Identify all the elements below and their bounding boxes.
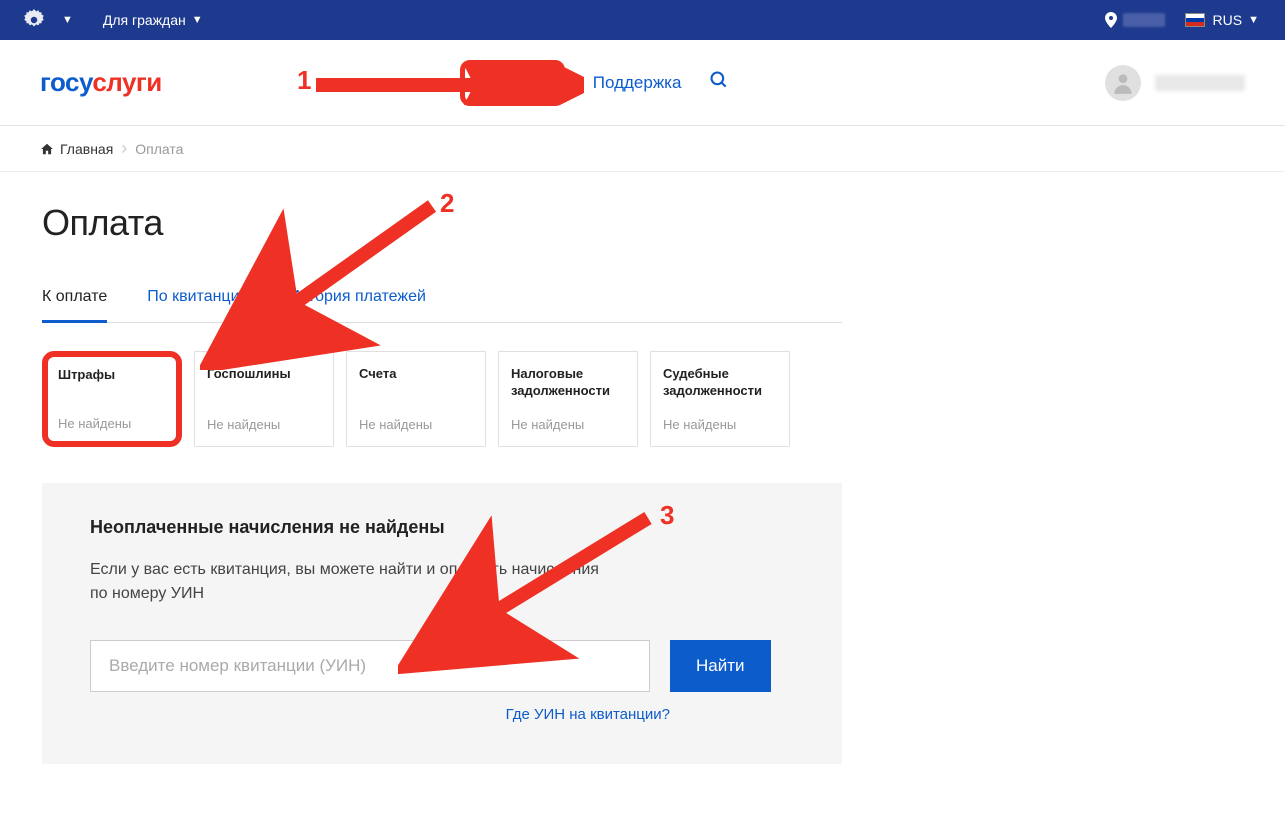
- home-icon: [40, 142, 54, 156]
- card-bills[interactable]: Счета Не найдены: [346, 351, 486, 447]
- pin-icon: [1105, 12, 1117, 28]
- page-content: Оплата К оплате По квитанции История пла…: [0, 172, 1285, 794]
- page-title: Оплата: [42, 202, 1243, 244]
- language-selector[interactable]: RUS ▼: [1185, 12, 1265, 28]
- location-value: [1123, 13, 1165, 27]
- audience-selector[interactable]: Для граждан ▼: [103, 12, 209, 28]
- language-label: RUS: [1213, 12, 1243, 28]
- chevron-down-icon: ▼: [1248, 14, 1259, 26]
- unpaid-panel: Неоплаченные начисления не найдены Если …: [42, 483, 842, 764]
- nav-support[interactable]: Поддержка: [593, 73, 682, 93]
- payment-tabs: К оплате По квитанции История платежей: [42, 288, 842, 323]
- site-logo[interactable]: госуслуги: [40, 67, 162, 98]
- nav-payment[interactable]: Оплата: [460, 60, 564, 106]
- uin-input[interactable]: [90, 640, 650, 692]
- find-button[interactable]: Найти: [670, 640, 771, 692]
- tab-by-receipt[interactable]: По квитанции: [147, 288, 248, 322]
- payment-cards: Штрафы Не найдены Госпошлины Не найдены …: [42, 351, 1243, 447]
- tab-history[interactable]: История платежей: [288, 288, 425, 322]
- uin-hint-link[interactable]: Где УИН на квитанции?: [506, 706, 670, 723]
- panel-heading: Неоплаченные начисления не найдены: [90, 517, 794, 538]
- gov-topbar: ▼ Для граждан ▼ RUS ▼: [0, 0, 1285, 40]
- uin-hint-row: Где УИН на квитанции?: [90, 706, 670, 724]
- username: [1155, 75, 1245, 91]
- flag-icon: [1185, 13, 1205, 27]
- user-block[interactable]: [1105, 65, 1245, 101]
- breadcrumb: Главная › Оплата: [0, 126, 1285, 172]
- breadcrumb-home[interactable]: Главная: [40, 141, 113, 157]
- audience-label: Для граждан: [103, 12, 186, 28]
- avatar-icon: [1105, 65, 1141, 101]
- uin-search-row: Найти: [90, 640, 794, 692]
- main-nav: Услуги Оплата Поддержка: [380, 60, 729, 106]
- emblem-icon: [20, 6, 48, 34]
- card-court-debts[interactable]: Судебные задолженности Не найдены: [650, 351, 790, 447]
- tab-to-pay[interactable]: К оплате: [42, 288, 107, 323]
- breadcrumb-current: Оплата: [135, 141, 183, 157]
- card-tax-debts[interactable]: Налоговые задолженности Не найдены: [498, 351, 638, 447]
- panel-text: Если у вас есть квитанция, вы можете най…: [90, 558, 610, 606]
- card-duties[interactable]: Госпошлины Не найдены: [194, 351, 334, 447]
- chevron-down-icon[interactable]: ▼: [62, 14, 73, 26]
- chevron-down-icon: ▼: [192, 14, 203, 26]
- card-fines[interactable]: Штрафы Не найдены: [42, 351, 182, 447]
- breadcrumb-separator: ›: [121, 138, 127, 159]
- search-icon[interactable]: [709, 70, 729, 95]
- location-selector[interactable]: [1105, 12, 1165, 28]
- main-header: госуслуги Услуги Оплата Поддержка: [0, 40, 1285, 126]
